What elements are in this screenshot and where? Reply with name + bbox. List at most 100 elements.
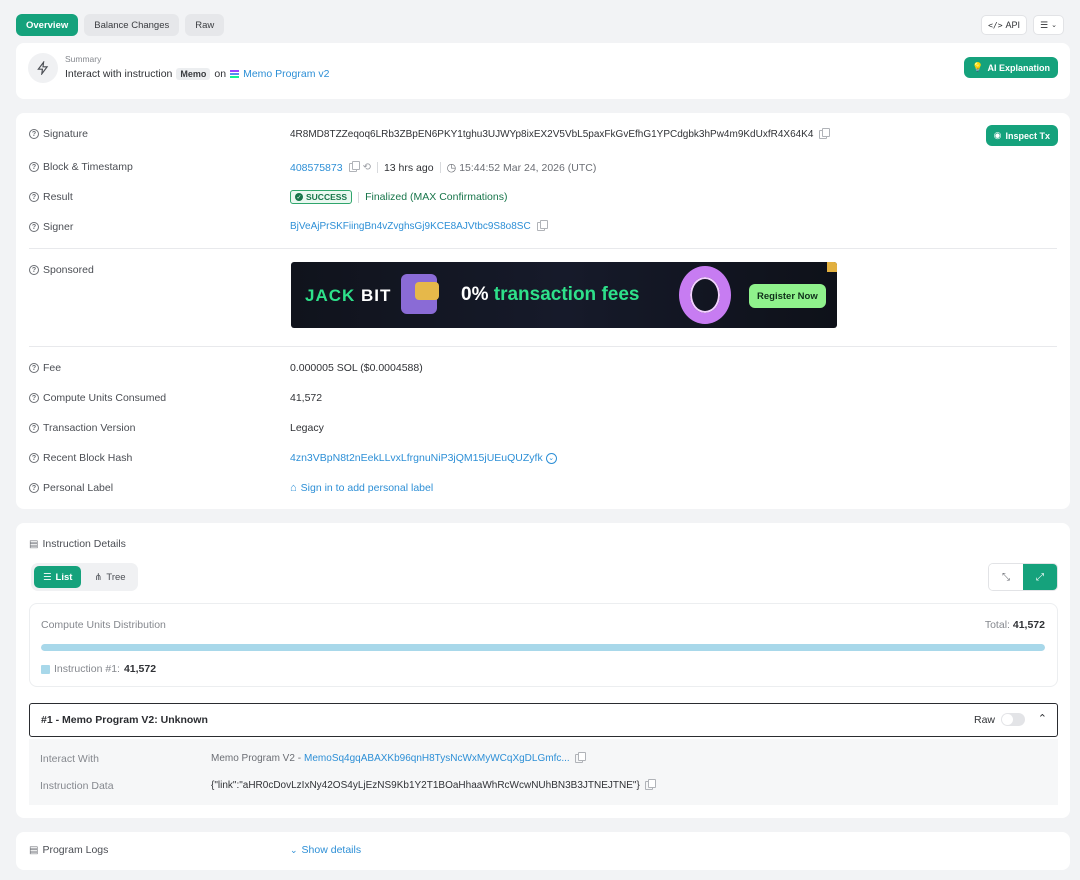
zero-illustration <box>679 266 731 324</box>
program-icon <box>230 70 240 78</box>
cu-value: 41,572 <box>290 392 323 404</box>
show-details-link[interactable]: Show details <box>302 844 362 856</box>
copy-icon[interactable] <box>536 220 548 231</box>
program-logs-card: ▤ Program Logs ⌄ Show details <box>16 832 1070 870</box>
version-label: ? Transaction Version <box>29 422 135 434</box>
history-icon[interactable]: ⟲ <box>363 162 371 173</box>
collapse-expand-toggle: ⤡ ⤢ <box>988 563 1058 591</box>
help-icon: ? <box>29 192 39 202</box>
lightning-icon <box>28 53 58 83</box>
chevron-down-icon: ⌄ <box>290 844 298 855</box>
summary-on: on <box>214 68 227 80</box>
ai-explanation-button[interactable]: 💡 AI Explanation <box>964 57 1058 78</box>
copy-icon[interactable] <box>819 128 831 139</box>
result-label: ? Result <box>29 191 73 203</box>
copy-icon[interactable] <box>574 752 586 763</box>
copy-icon[interactable] <box>348 161 360 172</box>
instruction-chip: Memo <box>176 68 211 80</box>
tab-balance-changes[interactable]: Balance Changes <box>84 14 180 36</box>
help-icon: ? <box>29 129 39 139</box>
cu-distribution-title: Compute Units Distribution <box>41 619 166 631</box>
interact-with-value: Memo Program V2 - MemoSq4gqABAXKb96qnH8T… <box>211 752 586 764</box>
signer-link[interactable]: BjVeAjPrSKFiingBn4vZvghsGj9KCE8AJVtbc9S8… <box>290 221 531 232</box>
help-icon: ? <box>29 162 39 172</box>
block-ago: 13 hrs ago <box>383 161 434 174</box>
sponsored-label: ? Sponsored <box>29 264 94 276</box>
instruction-title: #1 - Memo Program V2: Unknown <box>41 714 208 726</box>
raw-toggle[interactable]: Raw <box>974 713 1025 726</box>
tag-icon: ⌂ <box>290 482 297 494</box>
view-toggle: ☰ List ⋔ Tree <box>31 563 138 591</box>
blockhash-value: 4zn3VBpN8t2nEekLLvxLfrgnuNiP3jQM15jUEuQU… <box>290 452 557 464</box>
chevron-up-icon[interactable]: ⌃ <box>1038 712 1047 725</box>
banner-brand: JACK BIT <box>305 286 392 305</box>
register-now-button[interactable]: Register Now <box>749 284 826 308</box>
wallet-illustration <box>401 274 439 314</box>
blockhash-link[interactable]: 4zn3VBpN8t2nEekLLvxLfrgnuNiP3jQM15jUEuQU… <box>290 452 543 464</box>
divider <box>29 346 1057 347</box>
program-link[interactable]: Memo Program v2 <box>243 68 329 80</box>
check-circle-icon: ✓ <box>295 193 303 201</box>
summary-text: Interact with instruction Memo on Memo P… <box>65 68 329 80</box>
expand-icon[interactable]: ⤢ <box>1023 564 1057 590</box>
signer-value: BjVeAjPrSKFiingBn4vZvghsGj9KCE8AJVtbc9S8… <box>290 220 548 232</box>
block-label: ? Block & Timestamp <box>29 161 133 173</box>
top-right-actions: </> API ☰ ⌄ <box>981 15 1064 35</box>
cu-distribution: Compute Units Distribution Total: 41,572… <box>29 603 1058 687</box>
cu-label: ? Compute Units Consumed <box>29 392 166 404</box>
tab-overview[interactable]: Overview <box>16 14 79 36</box>
code-icon: </> <box>988 20 1003 30</box>
block-link[interactable]: 408575873 <box>290 162 343 174</box>
personal-label-label: ? Personal Label <box>29 482 113 494</box>
banner-headline: 0% transaction fees <box>461 284 640 305</box>
instruction-item-header[interactable]: #1 - Memo Program V2: Unknown Raw ⌃ <box>29 703 1058 737</box>
list-icon: ☰ <box>43 571 52 583</box>
api-label: API <box>1005 20 1021 30</box>
memo-program-link[interactable]: MemoSq4gqABAXKb96qnH8TysNcWxMyWCqXgDLGmf… <box>304 753 570 764</box>
view-tabs: Overview Balance Changes Raw <box>16 14 225 36</box>
document-icon: ▤ <box>29 844 39 856</box>
instruction-item-body: Interact With Memo Program V2 - MemoSq4g… <box>29 739 1058 805</box>
divider <box>29 248 1057 249</box>
help-icon: ? <box>29 363 39 373</box>
sign-in-link[interactable]: Sign in to add personal label <box>301 482 434 494</box>
instruction-details-card: ▤ Instruction Details ☰ List ⋔ Tree ⤡ ⤢ … <box>16 523 1070 818</box>
ad-marker-icon <box>827 262 837 272</box>
menu-button[interactable]: ☰ ⌄ <box>1033 15 1064 35</box>
fee-label: ? Fee <box>29 362 61 374</box>
interact-with-label: Interact With <box>40 753 99 765</box>
document-icon: ▤ <box>29 538 39 550</box>
instruction-details-header: ▤ Instruction Details <box>29 538 126 550</box>
inspect-tx-label: Inspect Tx <box>1005 130 1050 141</box>
help-icon: ? <box>29 423 39 433</box>
collapse-icon[interactable]: ⤡ <box>989 564 1023 590</box>
help-icon: ? <box>29 265 39 275</box>
summary-caption: Summary <box>65 54 102 64</box>
chevron-down-circle-icon[interactable]: ⌄ <box>545 452 557 464</box>
summary-prefix: Interact with instruction <box>65 68 173 80</box>
sponsored-banner[interactable]: JACK BIT 0% transaction fees Register No… <box>291 262 837 328</box>
signer-label: ? Signer <box>29 221 73 233</box>
cu-bar <box>41 644 1045 651</box>
separator <box>376 162 378 173</box>
inspect-tx-button[interactable]: ◉ Inspect Tx <box>985 125 1058 146</box>
tab-raw[interactable]: Raw <box>185 14 225 36</box>
result-value: ✓ SUCCESS Finalized (MAX Confirmations) <box>290 190 507 204</box>
show-details-toggle[interactable]: ⌄ Show details <box>290 844 361 856</box>
blockhash-label: ? Recent Block Hash <box>29 452 132 464</box>
result-text: Finalized (MAX Confirmations) <box>365 191 508 203</box>
help-icon: ? <box>29 453 39 463</box>
ai-explanation-label: AI Explanation <box>987 62 1050 73</box>
legend-swatch <box>41 664 50 674</box>
instruction-data-value: {"link":"aHR0cDovLzIxNy42OS4yLjEzNS9Kb1Y… <box>211 779 656 791</box>
signature-value: 4R8MD8TZZeqoq6LRb3ZBpEN6PKY1tghu3UJWYp8i… <box>290 128 831 140</box>
signature-text: 4R8MD8TZZeqoq6LRb3ZBpEN6PKY1tghu3UJWYp8i… <box>290 129 814 140</box>
raw-switch[interactable] <box>1001 713 1025 726</box>
copy-icon[interactable] <box>644 779 656 790</box>
list-view-button[interactable]: ☰ List <box>34 566 82 588</box>
cu-bar-fill <box>41 644 1045 651</box>
summary-card: Summary Interact with instruction Memo o… <box>16 43 1070 99</box>
help-icon: ? <box>29 393 39 403</box>
api-button[interactable]: </> API <box>981 15 1028 35</box>
tree-view-button[interactable]: ⋔ Tree <box>85 566 134 588</box>
